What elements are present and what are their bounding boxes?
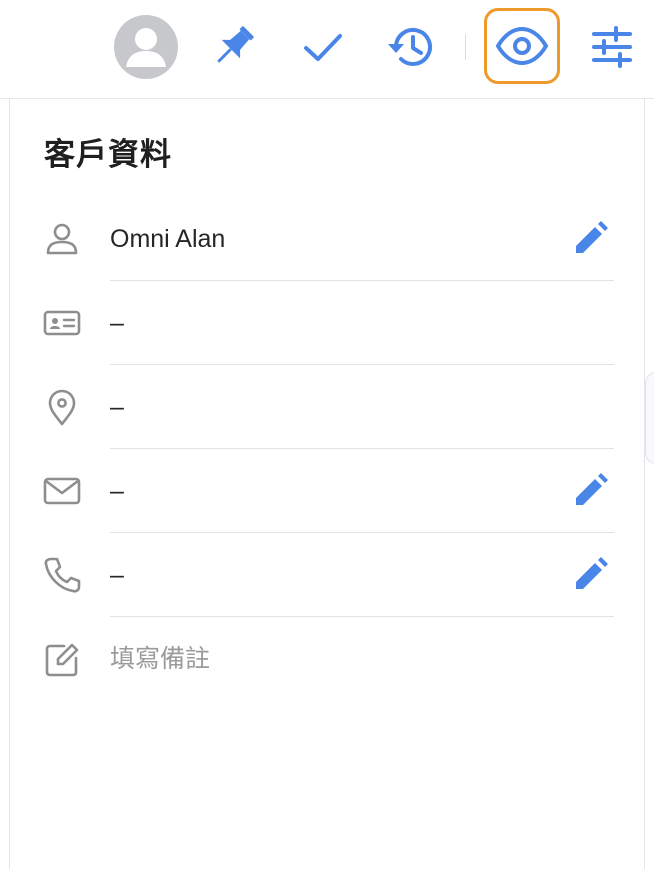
id-card-icon: [42, 303, 82, 343]
customer-phone-row: –: [10, 533, 644, 617]
customer-info-panel: 客戶資料 Omni Alan – – – – 填寫備註: [9, 99, 645, 869]
person-icon: [42, 219, 82, 259]
pencil-icon: [576, 473, 608, 505]
pencil-icon: [576, 557, 608, 589]
pin-button[interactable]: [206, 22, 260, 72]
side-panel-tab[interactable]: [645, 372, 654, 464]
customer-address-row: –: [10, 365, 644, 449]
customer-address-value: –: [110, 393, 124, 421]
customer-email-value: –: [110, 477, 124, 505]
toolbar-divider: [465, 34, 466, 60]
note-placeholder[interactable]: 填寫備註: [110, 617, 210, 701]
edit-phone-button[interactable]: [569, 554, 611, 596]
avatar[interactable]: [114, 15, 178, 79]
edit-name-button[interactable]: [569, 218, 611, 260]
pencil-icon: [576, 221, 608, 253]
customer-email-row: –: [10, 449, 644, 533]
panel-title: 客戶資料: [44, 137, 172, 172]
edit-email-button[interactable]: [569, 470, 611, 512]
top-toolbar: [0, 0, 654, 99]
customer-id-row: –: [10, 281, 644, 365]
customer-note-row[interactable]: 填寫備註: [10, 617, 644, 701]
customer-name-row: Omni Alan: [10, 197, 644, 281]
view-button[interactable]: [484, 8, 560, 84]
mail-icon: [42, 471, 82, 511]
history-button[interactable]: [384, 20, 438, 74]
user-avatar-icon: [126, 28, 166, 67]
check-icon: [304, 34, 342, 61]
customer-id-value: –: [110, 309, 124, 337]
history-icon: [388, 27, 432, 66]
location-icon: [42, 387, 82, 427]
eye-icon: [495, 26, 549, 66]
phone-icon: [42, 555, 82, 595]
tune-icon: [592, 26, 632, 68]
settings-button[interactable]: [586, 22, 638, 72]
check-button[interactable]: [300, 22, 346, 72]
note-icon: [42, 639, 82, 679]
pin-icon: [217, 26, 254, 63]
customer-name-value: Omni Alan: [110, 225, 226, 253]
customer-phone-value: –: [110, 561, 124, 589]
